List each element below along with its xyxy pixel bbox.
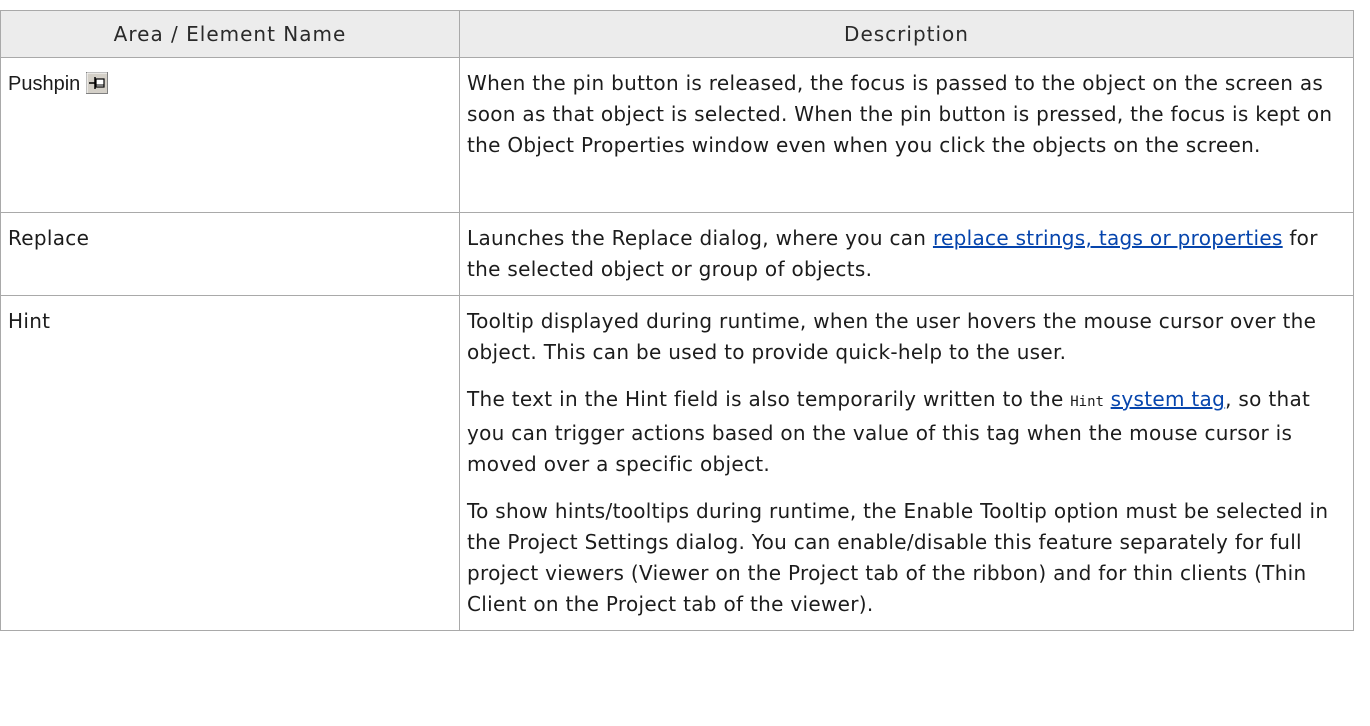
pushpin-label: Pushpin	[8, 73, 81, 95]
replace-text-before: Launches the Replace dialog, where you c…	[467, 226, 933, 250]
description-cell-replace: Launches the Replace dialog, where you c…	[459, 212, 1354, 296]
name-cell-replace: Replace	[0, 212, 460, 296]
replace-description: Launches the Replace dialog, where you c…	[467, 223, 1341, 285]
header-row: Area / Element Name Description	[0, 10, 1354, 58]
table-row-replace: Replace Launches the Replace dialog, whe…	[0, 212, 1354, 296]
header-name: Area / Element Name	[0, 10, 460, 58]
name-cell-hint: Hint	[0, 295, 460, 631]
pushpin-description: When the pin button is released, the foc…	[467, 71, 1333, 157]
replace-strings-link[interactable]: replace strings, tags or properties	[933, 226, 1283, 250]
hint-paragraph-1: Tooltip displayed during runtime, when t…	[467, 309, 1317, 364]
hint-text-before: The text in the Hint field is also tempo…	[467, 387, 1071, 411]
hint-code: Hint	[1070, 394, 1104, 410]
hint-paragraph-2: The text in the Hint field is also tempo…	[467, 384, 1341, 480]
name-cell-pushpin: Pushpin	[0, 57, 460, 213]
table-row-hint: Hint Tooltip displayed during runtime, w…	[0, 295, 1354, 631]
properties-table: Area / Element Name Description Pushpin	[0, 10, 1354, 631]
system-tag-link[interactable]: system tag	[1111, 387, 1225, 411]
description-cell-hint: Tooltip displayed during runtime, when t…	[459, 295, 1354, 631]
table-row-pushpin: Pushpin When the pin button is released,…	[0, 57, 1354, 213]
hint-paragraph-3: To show hints/tooltips during runtime, t…	[467, 499, 1329, 616]
header-description: Description	[459, 10, 1354, 58]
pushpin-icon[interactable]	[86, 72, 109, 94]
description-cell-pushpin: When the pin button is released, the foc…	[459, 57, 1354, 213]
